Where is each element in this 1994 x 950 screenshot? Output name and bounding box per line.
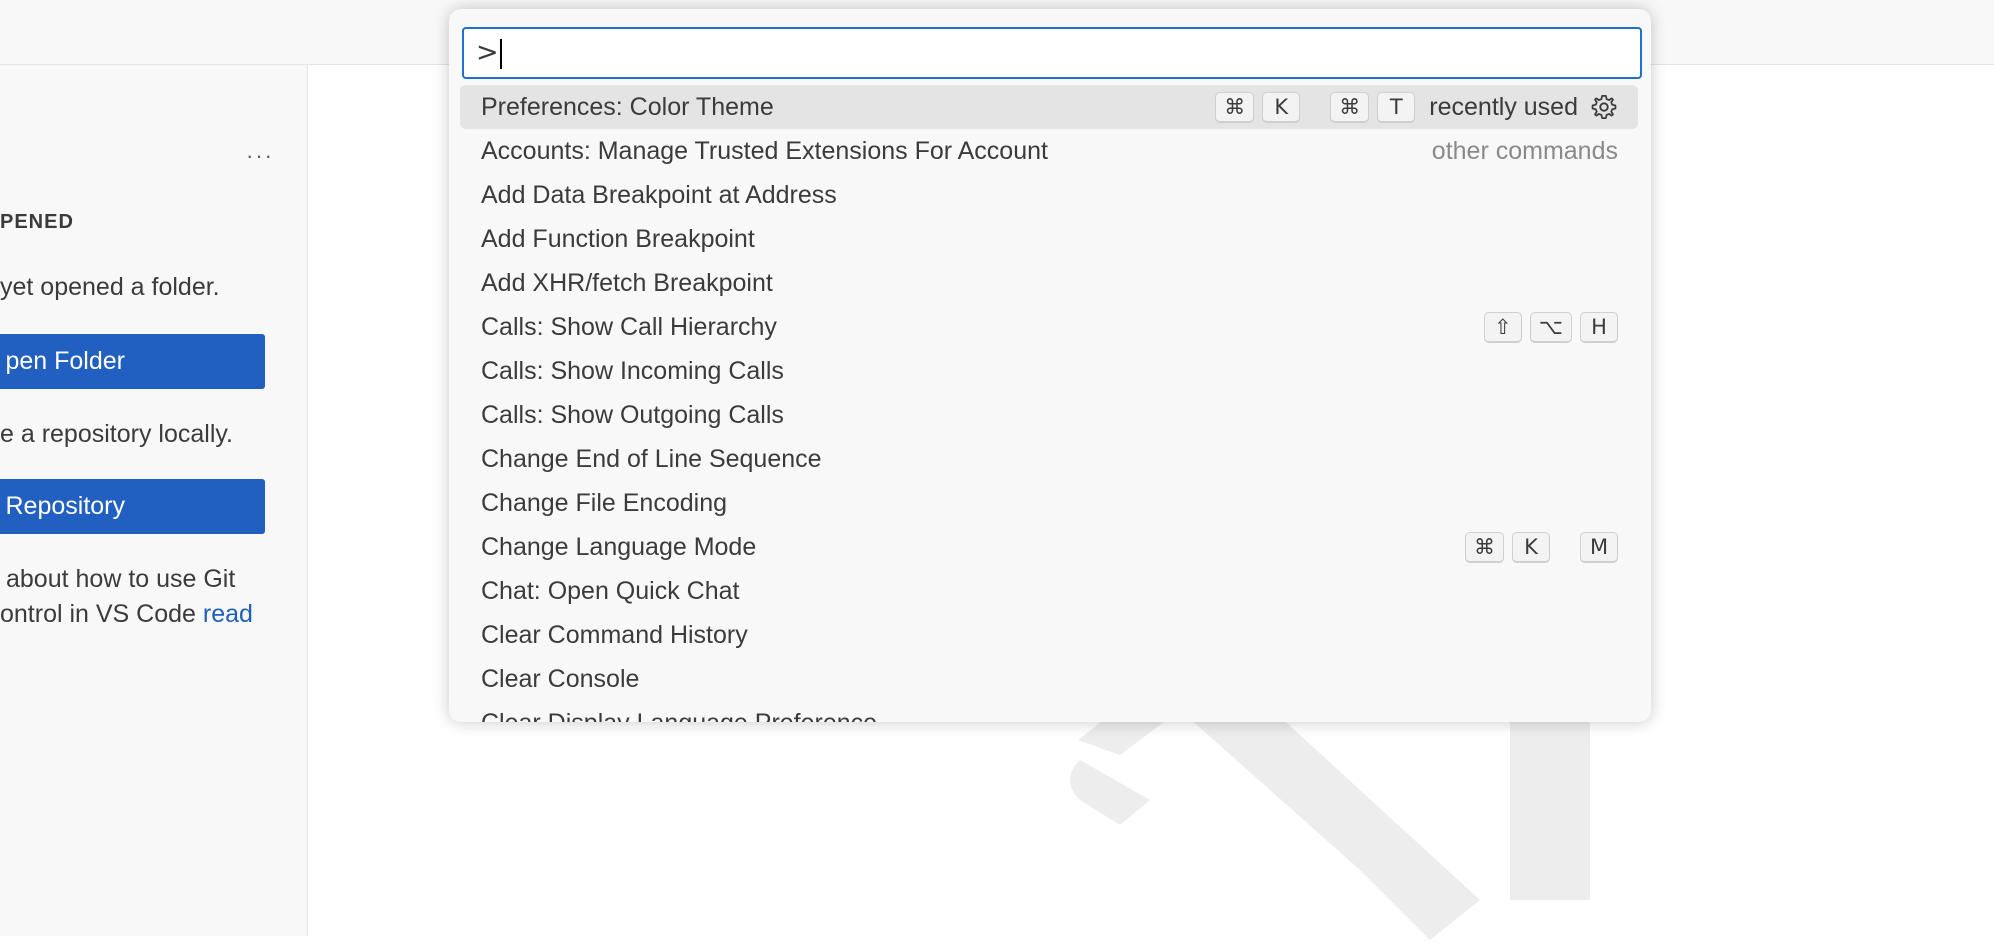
command-meta: ⇧ ⌥ H (1484, 305, 1618, 349)
clone-repository-button[interactable]: ne Repository (0, 479, 265, 534)
keybinding-key: T (1377, 92, 1415, 123)
clone-text: e a repository locally. (0, 420, 233, 449)
sidebar: ··· PENED yet opened a folder. pen Folde… (0, 65, 308, 936)
command-item[interactable]: Chat: Open Quick Chat (460, 569, 1638, 613)
git-help-line-2: ontrol in VS Code read (0, 600, 253, 629)
open-folder-label: pen Folder (5, 334, 125, 389)
git-help-text: ontrol in VS Code (0, 600, 196, 628)
command-label: Calls: Show Incoming Calls (481, 357, 784, 385)
git-help-line-1: about how to use Git (6, 565, 235, 594)
command-label: Clear Console (481, 665, 639, 693)
keybinding-key: ⌘ (1215, 92, 1254, 123)
section-title: PENED (0, 211, 74, 234)
text-caret (500, 39, 502, 69)
command-item[interactable]: Change Language Mode ⌘ KM (460, 525, 1638, 569)
command-item[interactable]: Preferences: Color Theme ⌘ K ⌘ Trecently use… (460, 85, 1638, 129)
keybinding-key: H (1580, 312, 1618, 343)
command-input-value: > (476, 37, 499, 68)
command-item[interactable]: Clear Console (460, 657, 1638, 701)
command-meta: ⌘ KM (1465, 525, 1618, 569)
command-item[interactable]: Add XHR/fetch Breakpoint (460, 261, 1638, 305)
command-label: Preferences: Color Theme (481, 93, 774, 121)
more-actions-icon[interactable]: ··· (246, 149, 276, 165)
command-input[interactable]: > (462, 27, 1642, 79)
command-label: Add Data Breakpoint at Address (481, 181, 837, 209)
command-label: Calls: Show Call Hierarchy (481, 313, 777, 341)
command-list: Preferences: Color Theme ⌘ K ⌘ Trecently use… (460, 85, 1638, 722)
keybinding-key: ⇧ (1484, 312, 1522, 343)
command-group-label: other commands (1432, 129, 1618, 173)
clone-repository-label: ne Repository (0, 479, 125, 534)
command-group-label: recently used (1429, 85, 1578, 129)
command-item[interactable]: Calls: Show Outgoing Calls (460, 393, 1638, 437)
command-meta: ⌘ K ⌘ Trecently used (1215, 85, 1618, 129)
command-label: Chat: Open Quick Chat (481, 577, 739, 605)
no-folder-text: yet opened a folder. (0, 273, 220, 302)
keybinding-key: M (1580, 532, 1618, 563)
command-item[interactable]: Clear Command History (460, 613, 1638, 657)
keybinding-key: ⌘ (1465, 532, 1504, 563)
command-label: Calls: Show Outgoing Calls (481, 401, 784, 429)
command-item[interactable]: Add Data Breakpoint at Address (460, 173, 1638, 217)
command-item[interactable]: Calls: Show Incoming Calls (460, 349, 1638, 393)
keybinding-key: ⌥ (1530, 312, 1572, 343)
gear-icon[interactable] (1590, 93, 1618, 121)
command-label: Change File Encoding (481, 489, 727, 517)
command-label: Accounts: Manage Trusted Extensions For … (481, 137, 1048, 165)
command-label: Add XHR/fetch Breakpoint (481, 269, 773, 297)
keybinding-key: K (1262, 92, 1300, 123)
command-label: Clear Display Language Preference (481, 709, 877, 722)
keybinding-key: ⌘ (1330, 92, 1369, 123)
command-item[interactable]: Accounts: Manage Trusted Extensions For … (460, 129, 1638, 173)
command-item[interactable]: Change End of Line Sequence (460, 437, 1638, 481)
command-label: Add Function Breakpoint (481, 225, 755, 253)
command-label: Change Language Mode (481, 533, 756, 561)
command-item[interactable]: Calls: Show Call Hierarchy ⇧ ⌥ H (460, 305, 1638, 349)
command-label: Change End of Line Sequence (481, 445, 822, 473)
command-item[interactable]: Add Function Breakpoint (460, 217, 1638, 261)
command-label: Clear Command History (481, 621, 748, 649)
open-folder-button[interactable]: pen Folder (0, 334, 265, 389)
command-meta: other commands (1426, 129, 1618, 173)
keybinding-key: K (1512, 532, 1550, 563)
read-docs-link[interactable]: read (203, 600, 253, 628)
command-item[interactable]: Change File Encoding (460, 481, 1638, 525)
command-palette: > Preferences: Color Theme ⌘ K ⌘ Trecently u… (449, 9, 1651, 722)
command-item[interactable]: Clear Display Language Preference (460, 701, 1638, 722)
